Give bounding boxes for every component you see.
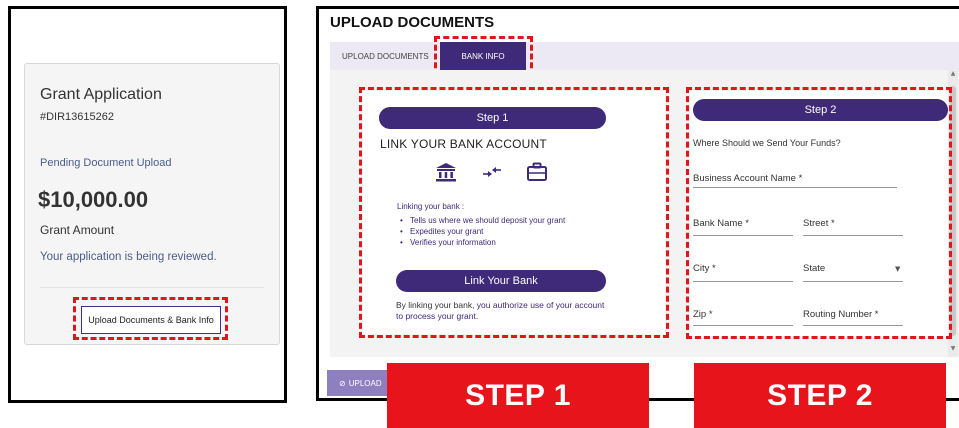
tab-upload-documents[interactable]: UPLOAD DOCUMENTS [336,42,435,70]
step2-question: Where Should we Send Your Funds? [693,138,841,148]
bank-name-field[interactable]: Bank Name * [693,218,749,229]
step1-heading: LINK YOUR BANK ACCOUNT [380,137,547,151]
routing-number-underline [803,325,903,326]
benefit-item: Verifies your information [400,237,565,248]
step2-highlight [686,87,952,339]
transfer-arrows-icon [483,167,501,177]
grant-review-text: Your application is being reviewed. [40,251,217,263]
upload-documents-bank-info-button[interactable]: Upload Documents & Bank Info [81,306,221,334]
benefit-item: Expedites your grant [400,226,565,237]
linking-label: Linking your bank : [397,202,465,211]
scroll-down-icon[interactable]: ▼ [948,345,958,352]
card-divider [40,287,264,288]
step1-banner: STEP 1 [387,363,649,428]
bank-name-underline [693,235,793,236]
zip-underline [693,325,793,326]
upload-submit-button[interactable]: ⊘ UPLOAD [327,370,389,396]
auth-prefix: By linking your bank, [396,300,477,310]
bank-icon [436,163,456,182]
step2-pill: Step 2 [693,99,948,121]
state-select[interactable]: State [803,263,825,274]
benefit-item: Tells us where we should deposit your gr… [400,215,565,226]
grant-amount: $10,000.00 [38,187,149,212]
grant-amount-label: Grant Amount [40,223,115,237]
street-underline [803,235,903,236]
scroll-up-icon[interactable]: ▲ [948,70,958,77]
cancel-circle-icon: ⊘ [339,378,346,388]
business-account-name-field[interactable]: Business Account Name * [693,173,802,184]
upload-submit-label: UPLOAD [348,378,382,388]
page-title: UPLOAD DOCUMENTS [330,14,495,31]
grant-status: Pending Document Upload [40,157,172,169]
step1-pill: Step 1 [379,107,606,129]
benefits-list: Tells us where we should deposit your gr… [397,215,565,248]
grant-title: Grant Application [40,86,162,103]
step2-banner: STEP 2 [694,363,946,428]
routing-number-field[interactable]: Routing Number * [803,309,879,320]
state-underline [803,281,903,282]
zip-field[interactable]: Zip * [693,309,713,320]
authorization-text: By linking your bank, you authorize use … [396,300,611,322]
link-your-bank-button[interactable]: Link Your Bank [396,270,606,292]
street-field[interactable]: Street * [803,218,835,229]
business-account-name-underline [693,187,897,188]
city-underline [693,281,793,282]
briefcase-icon [527,162,547,181]
city-field[interactable]: City * [693,263,716,274]
chevron-down-icon[interactable]: ▼ [895,265,900,273]
grant-id: #DIR13615262 [40,111,115,123]
